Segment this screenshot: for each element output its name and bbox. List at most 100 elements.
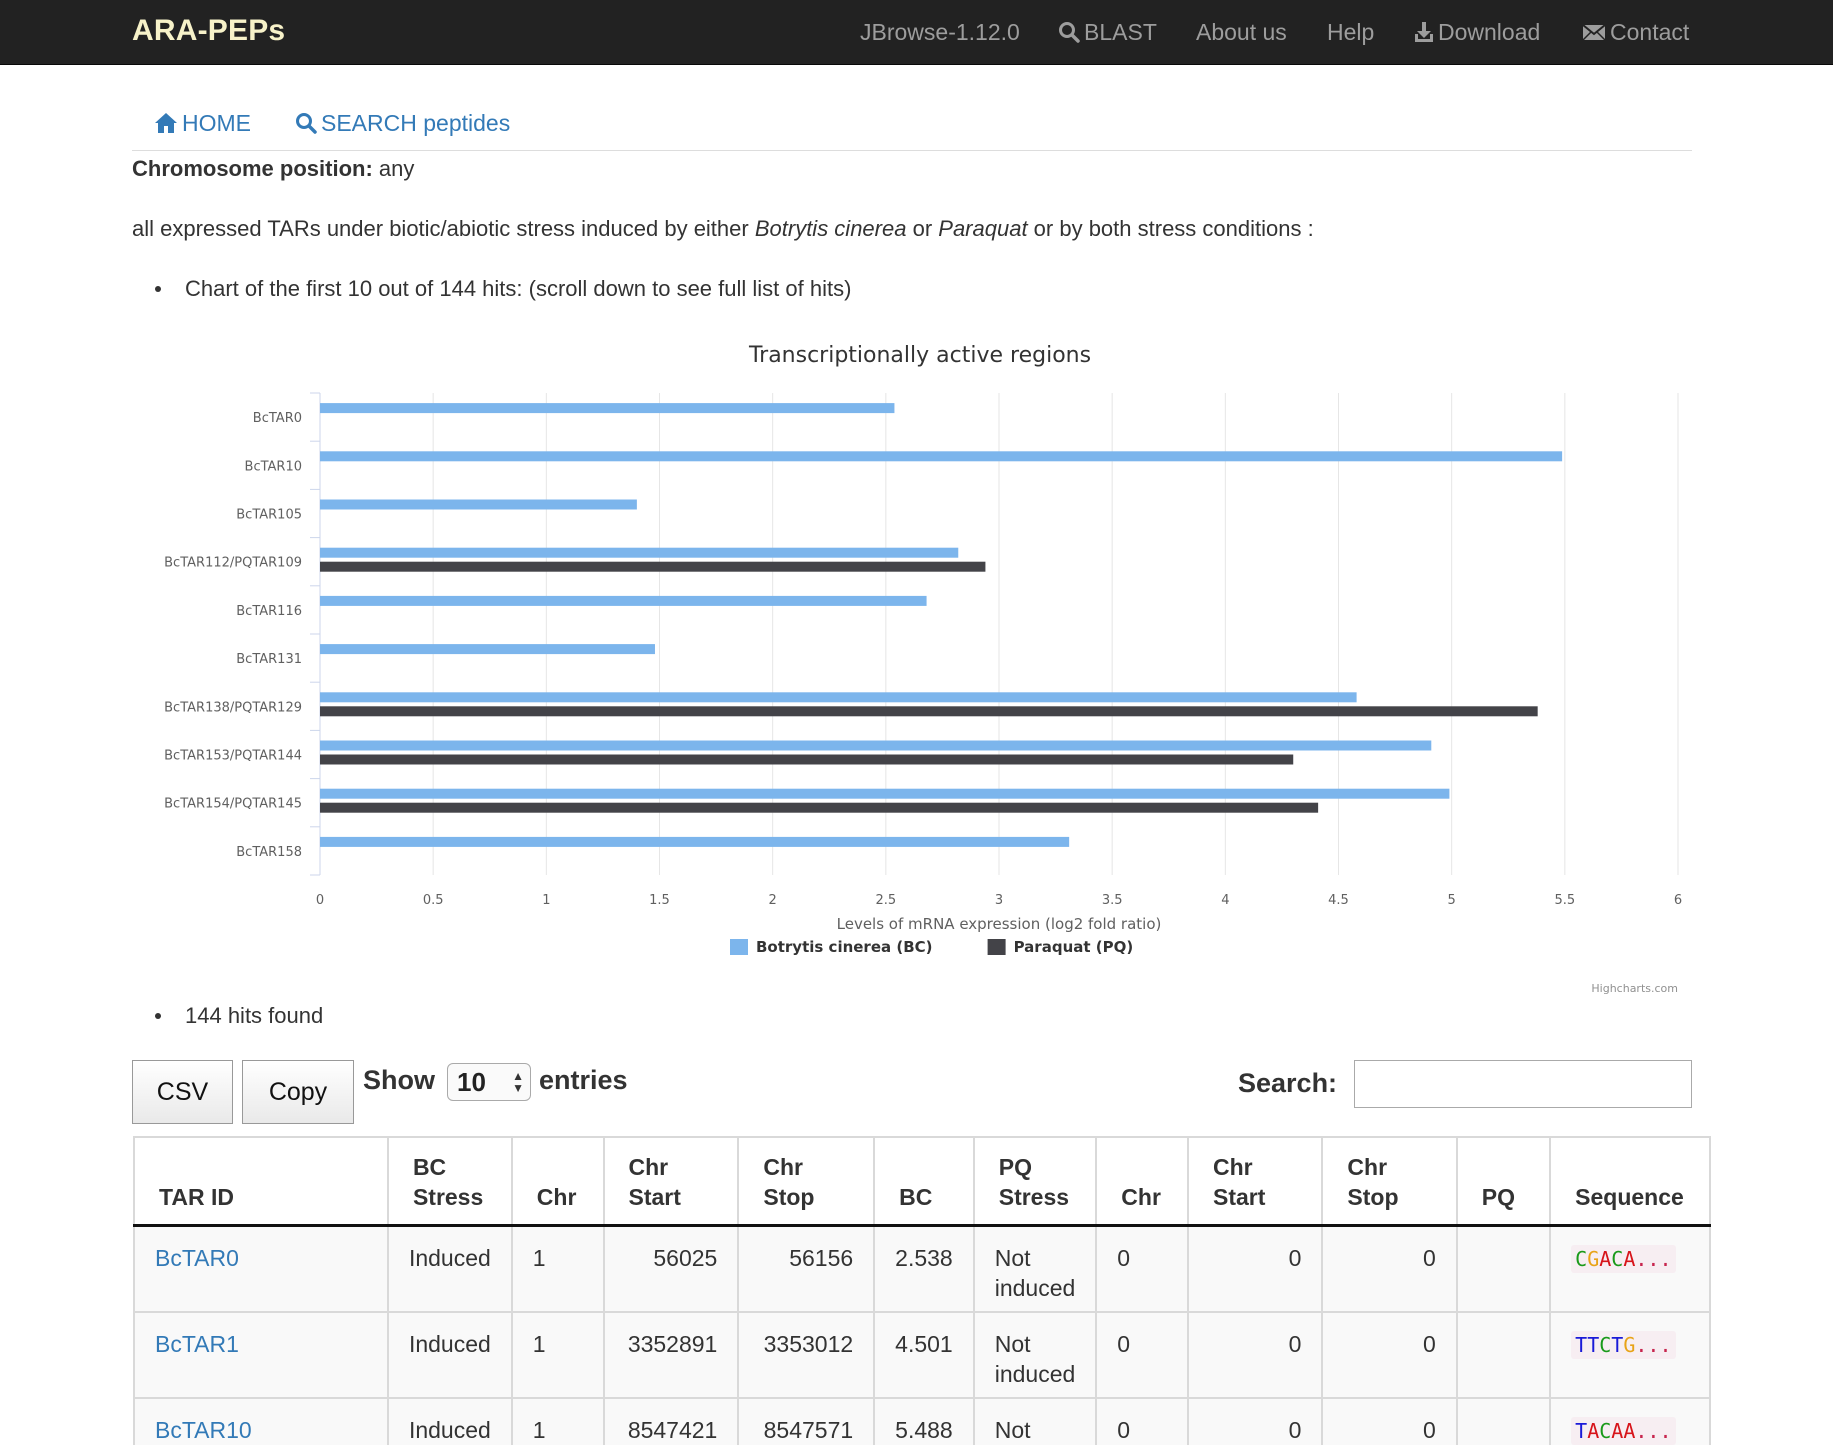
- pq-chr-cell: 0: [1095, 1397, 1190, 1445]
- bar-bc: [320, 499, 637, 510]
- pq-stress-cell: Not induced: [972, 1311, 1098, 1399]
- nucleotide: C: [1599, 1332, 1612, 1357]
- y-category-label: BcTAR10: [245, 459, 302, 474]
- search-icon: [1059, 22, 1080, 43]
- brand-logo[interactable]: ARA-PEPs: [132, 14, 285, 48]
- nucleotide: T: [1611, 1332, 1624, 1357]
- search-peptides-label: SEARCH peptides: [321, 110, 511, 136]
- tar-id-cell: BcTAR1: [133, 1311, 389, 1399]
- sub-navigation: HOME SEARCH peptides: [132, 93, 1692, 151]
- x-axis-title: Levels of mRNA expression (log2 fold rat…: [837, 915, 1162, 933]
- nav-help[interactable]: Help: [1327, 19, 1374, 46]
- bc-value-cell: 4.501: [873, 1311, 975, 1399]
- chromosome-position-value: any: [378, 156, 415, 181]
- description-suffix: or by both stress conditions :: [1027, 216, 1314, 241]
- legend-item: Paraquat (PQ): [1014, 938, 1134, 956]
- bar-pq: [320, 754, 1294, 765]
- col-pq-value[interactable]: PQ: [1455, 1136, 1552, 1227]
- y-category-label: BcTAR131: [236, 652, 302, 667]
- bar-pq: [320, 802, 1319, 813]
- search-icon: [296, 113, 317, 134]
- bar-bc: [320, 788, 1450, 799]
- pq-start-cell: 0: [1187, 1225, 1324, 1313]
- col-pq-stress[interactable]: PQ Stress: [972, 1136, 1098, 1227]
- col-pq-chr-start[interactable]: Chr Start: [1187, 1136, 1324, 1227]
- bar-bc: [320, 692, 1357, 703]
- copy-button[interactable]: Copy: [242, 1060, 354, 1124]
- pq-stress-cell: Not induced: [972, 1397, 1098, 1445]
- bar-bc: [320, 644, 655, 655]
- results-table: TAR ID BC Stress Chr Chr Start Chr Stop BC …: [133, 1136, 1711, 1445]
- description-prefix: all expressed TARs under biotic/abiotic …: [132, 216, 755, 241]
- col-bc-chr-stop[interactable]: Chr Stop: [737, 1136, 876, 1227]
- hits-found-text: 144 hits found: [185, 1003, 324, 1028]
- description-chemical: Paraquat: [938, 216, 1028, 241]
- nav-jbrowse[interactable]: JBrowse-1.12.0: [860, 19, 1020, 46]
- bc-stop-cell: 3353012: [737, 1311, 876, 1399]
- download-icon: [1415, 22, 1433, 42]
- entries-select-value: 10: [457, 1067, 486, 1097]
- nucleotide: A: [1623, 1418, 1636, 1443]
- bar-bc: [320, 547, 959, 558]
- sequence-ellipsis: ...: [1635, 1418, 1672, 1443]
- nucleotide: C: [1611, 1246, 1624, 1271]
- pq-start-cell: 0: [1187, 1311, 1324, 1399]
- table-search-input[interactable]: [1354, 1060, 1692, 1108]
- bar-bc: [320, 403, 895, 414]
- tar-id-link[interactable]: BcTAR0: [155, 1245, 239, 1271]
- home-link-label: HOME: [182, 110, 251, 136]
- nav-about-label: About us: [1196, 19, 1287, 45]
- entries-select[interactable]: 10 ▲ ▼: [447, 1063, 531, 1101]
- y-category-label: BcTAR138/PQTAR129: [164, 700, 302, 715]
- col-bc-chr[interactable]: Chr: [510, 1136, 605, 1227]
- x-tick-label: 1.5: [649, 893, 670, 908]
- table-row: BcTAR1 Induced 1 3352891 3353012 4.501 Not ind…: [133, 1311, 1711, 1399]
- table-header-row: TAR ID BC Stress Chr Chr Start Chr Stop BC …: [133, 1136, 1711, 1227]
- chart-note-text: Chart of the first 10 out of 144 hits: (…: [185, 276, 852, 301]
- bc-start-cell: 3352891: [602, 1311, 740, 1399]
- description-mid: or: [906, 216, 939, 241]
- chromosome-position: Chromosome position: any: [132, 156, 414, 182]
- bc-start-cell: 8547421: [602, 1397, 740, 1445]
- home-icon: [155, 113, 177, 133]
- sequence-ellipsis: ...: [1635, 1332, 1672, 1357]
- x-tick-label: 1: [542, 893, 550, 908]
- nucleotide: A: [1599, 1246, 1612, 1271]
- csv-button[interactable]: CSV: [132, 1060, 233, 1124]
- x-tick-label: 3: [995, 893, 1003, 908]
- col-sequence[interactable]: Sequence: [1549, 1136, 1711, 1227]
- nucleotide: G: [1623, 1332, 1636, 1357]
- nav-download[interactable]: Download: [1414, 19, 1540, 46]
- col-bc-chr-start[interactable]: Chr Start: [602, 1136, 740, 1227]
- col-pq-chr[interactable]: Chr: [1095, 1136, 1190, 1227]
- sequence-cell: CGACA...: [1549, 1225, 1711, 1313]
- tar-id-cell: BcTAR10: [133, 1397, 389, 1445]
- bar-bc: [320, 595, 927, 606]
- tar-id-link[interactable]: BcTAR10: [155, 1417, 252, 1443]
- col-bc-value[interactable]: BC: [873, 1136, 975, 1227]
- y-category-label: BcTAR154/PQTAR145: [164, 797, 302, 812]
- chart-title: Transcriptionally active regions: [748, 343, 1091, 368]
- search-peptides-link[interactable]: SEARCH peptides: [295, 110, 510, 137]
- home-link[interactable]: HOME: [154, 110, 251, 137]
- x-tick-label: 2.5: [875, 893, 896, 908]
- nucleotide: A: [1587, 1418, 1600, 1443]
- tar-id-link[interactable]: BcTAR1: [155, 1331, 239, 1357]
- bar-bc: [320, 836, 1070, 847]
- nav-contact[interactable]: Contact: [1582, 19, 1689, 46]
- col-tar-id[interactable]: TAR ID: [133, 1136, 389, 1227]
- nucleotide: C: [1575, 1246, 1588, 1271]
- col-pq-chr-stop[interactable]: Chr Stop: [1321, 1136, 1458, 1227]
- bc-stop-cell: 56156: [737, 1225, 876, 1313]
- nav-contact-label: Contact: [1610, 19, 1690, 45]
- nav-about[interactable]: About us: [1196, 19, 1287, 46]
- table-row: BcTAR0 Induced 1 56025 56156 2.538 Not induced…: [133, 1225, 1711, 1313]
- col-bc-stress[interactable]: BC Stress: [386, 1136, 513, 1227]
- nav-blast[interactable]: BLAST: [1058, 19, 1157, 46]
- search-label: Search:: [1238, 1068, 1338, 1098]
- show-label: Show: [363, 1065, 435, 1095]
- x-tick-label: 0: [316, 893, 324, 908]
- description-organism: Botrytis cinerea: [754, 216, 907, 241]
- y-category-label: BcTAR0: [253, 411, 302, 426]
- sequence-code: TACAA...: [1571, 1416, 1676, 1445]
